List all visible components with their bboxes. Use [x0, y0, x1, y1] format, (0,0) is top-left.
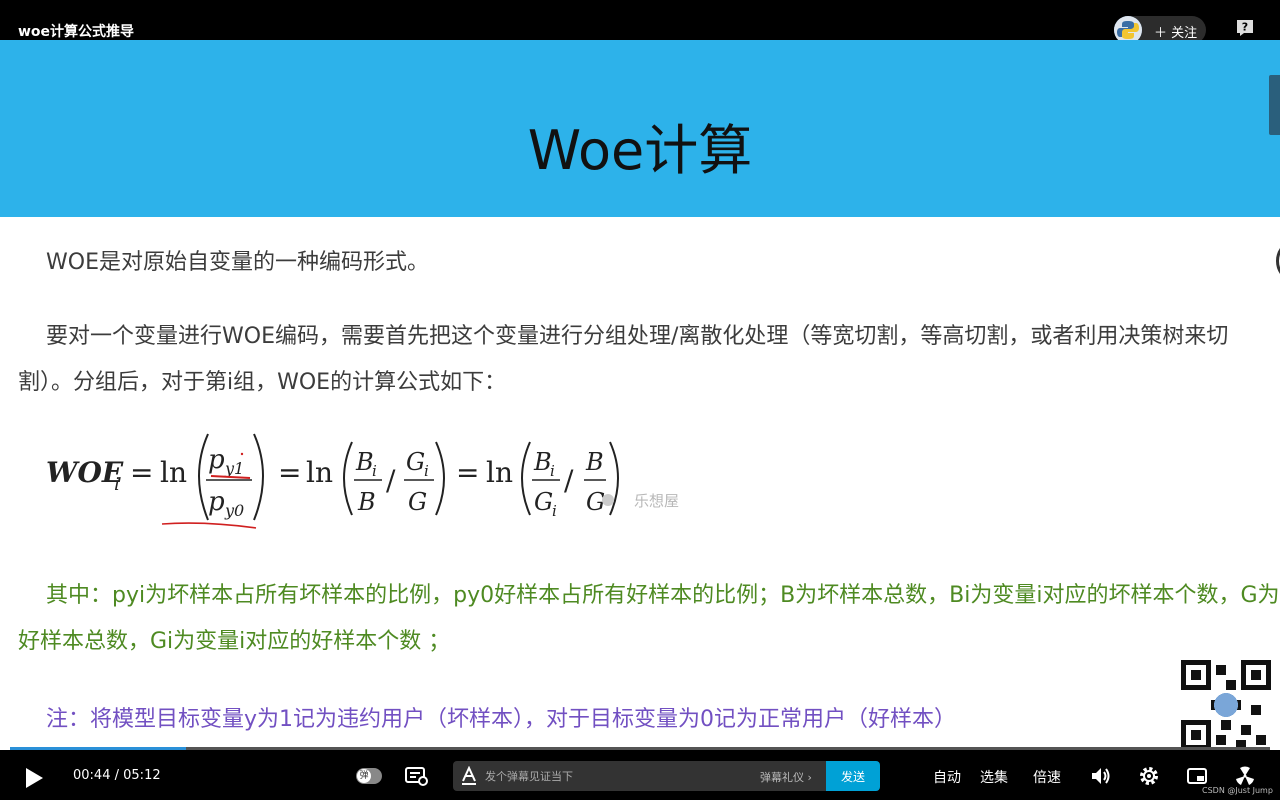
- formula-ln-2: ln: [306, 456, 333, 489]
- svg-text:?: ?: [1242, 21, 1248, 34]
- side-circle-button[interactable]: [1276, 238, 1280, 284]
- volume-icon[interactable]: [1090, 765, 1112, 787]
- frac1-num: p: [208, 445, 225, 475]
- woe-formula: WOE i = ln p y1 p y0 = ln B i B / G i G …: [46, 433, 679, 529]
- time-display: 00:44 / 05:12: [73, 768, 161, 783]
- paragraph-variable-definitions: 其中：pyi为坏样本占所有坏样本的比例，py0好样本占所有好样本的比例；B为坏样…: [18, 583, 1280, 654]
- slide-title: Woe计算: [527, 119, 753, 182]
- f2b-num-sub: i: [424, 462, 429, 480]
- time-separator: /: [114, 768, 119, 783]
- progress-bar[interactable]: [10, 747, 1270, 750]
- help-icon[interactable]: ?: [1235, 18, 1255, 38]
- f2a-den: B: [357, 488, 376, 516]
- fullscreen-icon[interactable]: [1234, 765, 1256, 787]
- speed-button[interactable]: 倍速: [1033, 767, 1061, 787]
- formula-lhs: WOE: [46, 456, 124, 489]
- formula-slash-1: /: [386, 464, 396, 497]
- progress-played: [10, 747, 187, 750]
- danmaku-etiquette-text: 弹幕礼仪: [760, 771, 804, 784]
- paragraph-definition: WOE是对原始自变量的一种编码形式。: [46, 250, 429, 275]
- formula-eq-2: =: [278, 456, 301, 489]
- f3a-num: B: [533, 448, 552, 476]
- video-title: woe计算公式推导: [18, 24, 135, 40]
- frac1-den-sub: y0: [224, 501, 244, 520]
- player-controls: 00:44 / 05:12 弹 弹幕礼仪 › 发送 自动 选集 倍速: [0, 752, 1280, 800]
- episodes-button[interactable]: 选集: [980, 767, 1008, 787]
- qr-code-icon: [1181, 660, 1271, 750]
- duration: 05:12: [123, 768, 161, 783]
- follow-label-text: 关注: [1171, 26, 1198, 41]
- formula-watermark: 乐想屋: [634, 492, 679, 510]
- autoplay-button[interactable]: 自动: [933, 767, 961, 787]
- f3b-den: G: [586, 488, 605, 516]
- paragraph-note: 注：将模型目标变量y为1记为违约用户（坏样本），对于目标变量为0记为正常用户（好…: [46, 707, 957, 732]
- f2b-num: G: [406, 448, 425, 476]
- danmaku-style-icon[interactable]: [461, 766, 477, 786]
- current-time: 00:44: [73, 768, 111, 783]
- settings-gear-icon[interactable]: [1138, 765, 1160, 787]
- formula-ln-1: ln: [160, 456, 187, 489]
- csdn-watermark: CSDN @Just Jump: [1202, 786, 1273, 795]
- frac1-den: p: [208, 487, 225, 517]
- wechat-watermark-icon: [602, 494, 614, 506]
- danmaku-toggle[interactable]: 弹: [356, 768, 382, 784]
- f2a-num: B: [355, 448, 374, 476]
- formula-eq-3: =: [456, 456, 479, 489]
- paragraph-binning: 要对一个变量进行WOE编码，需要首先把这个变量进行分组处理/离散化处理（等宽切割…: [18, 324, 1229, 395]
- slide-header-band: Woe计算: [0, 40, 1280, 217]
- video-frame[interactable]: Woe计算 WOE是对原始自变量的一种编码形式。 要对一个变量进行WOE编码，需…: [0, 40, 1280, 750]
- formula-lhs-sub: i: [114, 474, 120, 495]
- danmaku-input-box: 弹幕礼仪 ›: [453, 761, 827, 791]
- f2a-num-sub: i: [372, 462, 377, 480]
- formula-slash-2: /: [564, 464, 574, 497]
- f2b-den: G: [408, 488, 427, 516]
- danmaku-input[interactable]: [485, 761, 725, 791]
- danmaku-settings-icon[interactable]: [405, 766, 429, 786]
- send-danmaku-button[interactable]: 发送: [826, 761, 880, 791]
- player-top-bar: woe计算公式推导 ＋ 关注 ?: [0, 0, 1280, 44]
- picture-in-picture-icon[interactable]: [1186, 765, 1208, 787]
- formula-eq-1: =: [130, 456, 153, 489]
- f3b-num: B: [585, 448, 604, 476]
- f3a-num-sub: i: [550, 462, 555, 480]
- formula-ln-3: ln: [486, 456, 513, 489]
- follow-label: ＋ 关注: [1154, 26, 1198, 41]
- f3a-den: G: [534, 488, 553, 516]
- play-icon[interactable]: [24, 767, 44, 789]
- danmaku-etiquette-link[interactable]: 弹幕礼仪 ›: [760, 769, 812, 785]
- f3a-den-sub: i: [552, 502, 557, 520]
- danmaku-toggle-label: 弹: [357, 769, 371, 783]
- frac1-num-sub: y1: [224, 459, 244, 478]
- side-panel-handle[interactable]: [1269, 75, 1280, 135]
